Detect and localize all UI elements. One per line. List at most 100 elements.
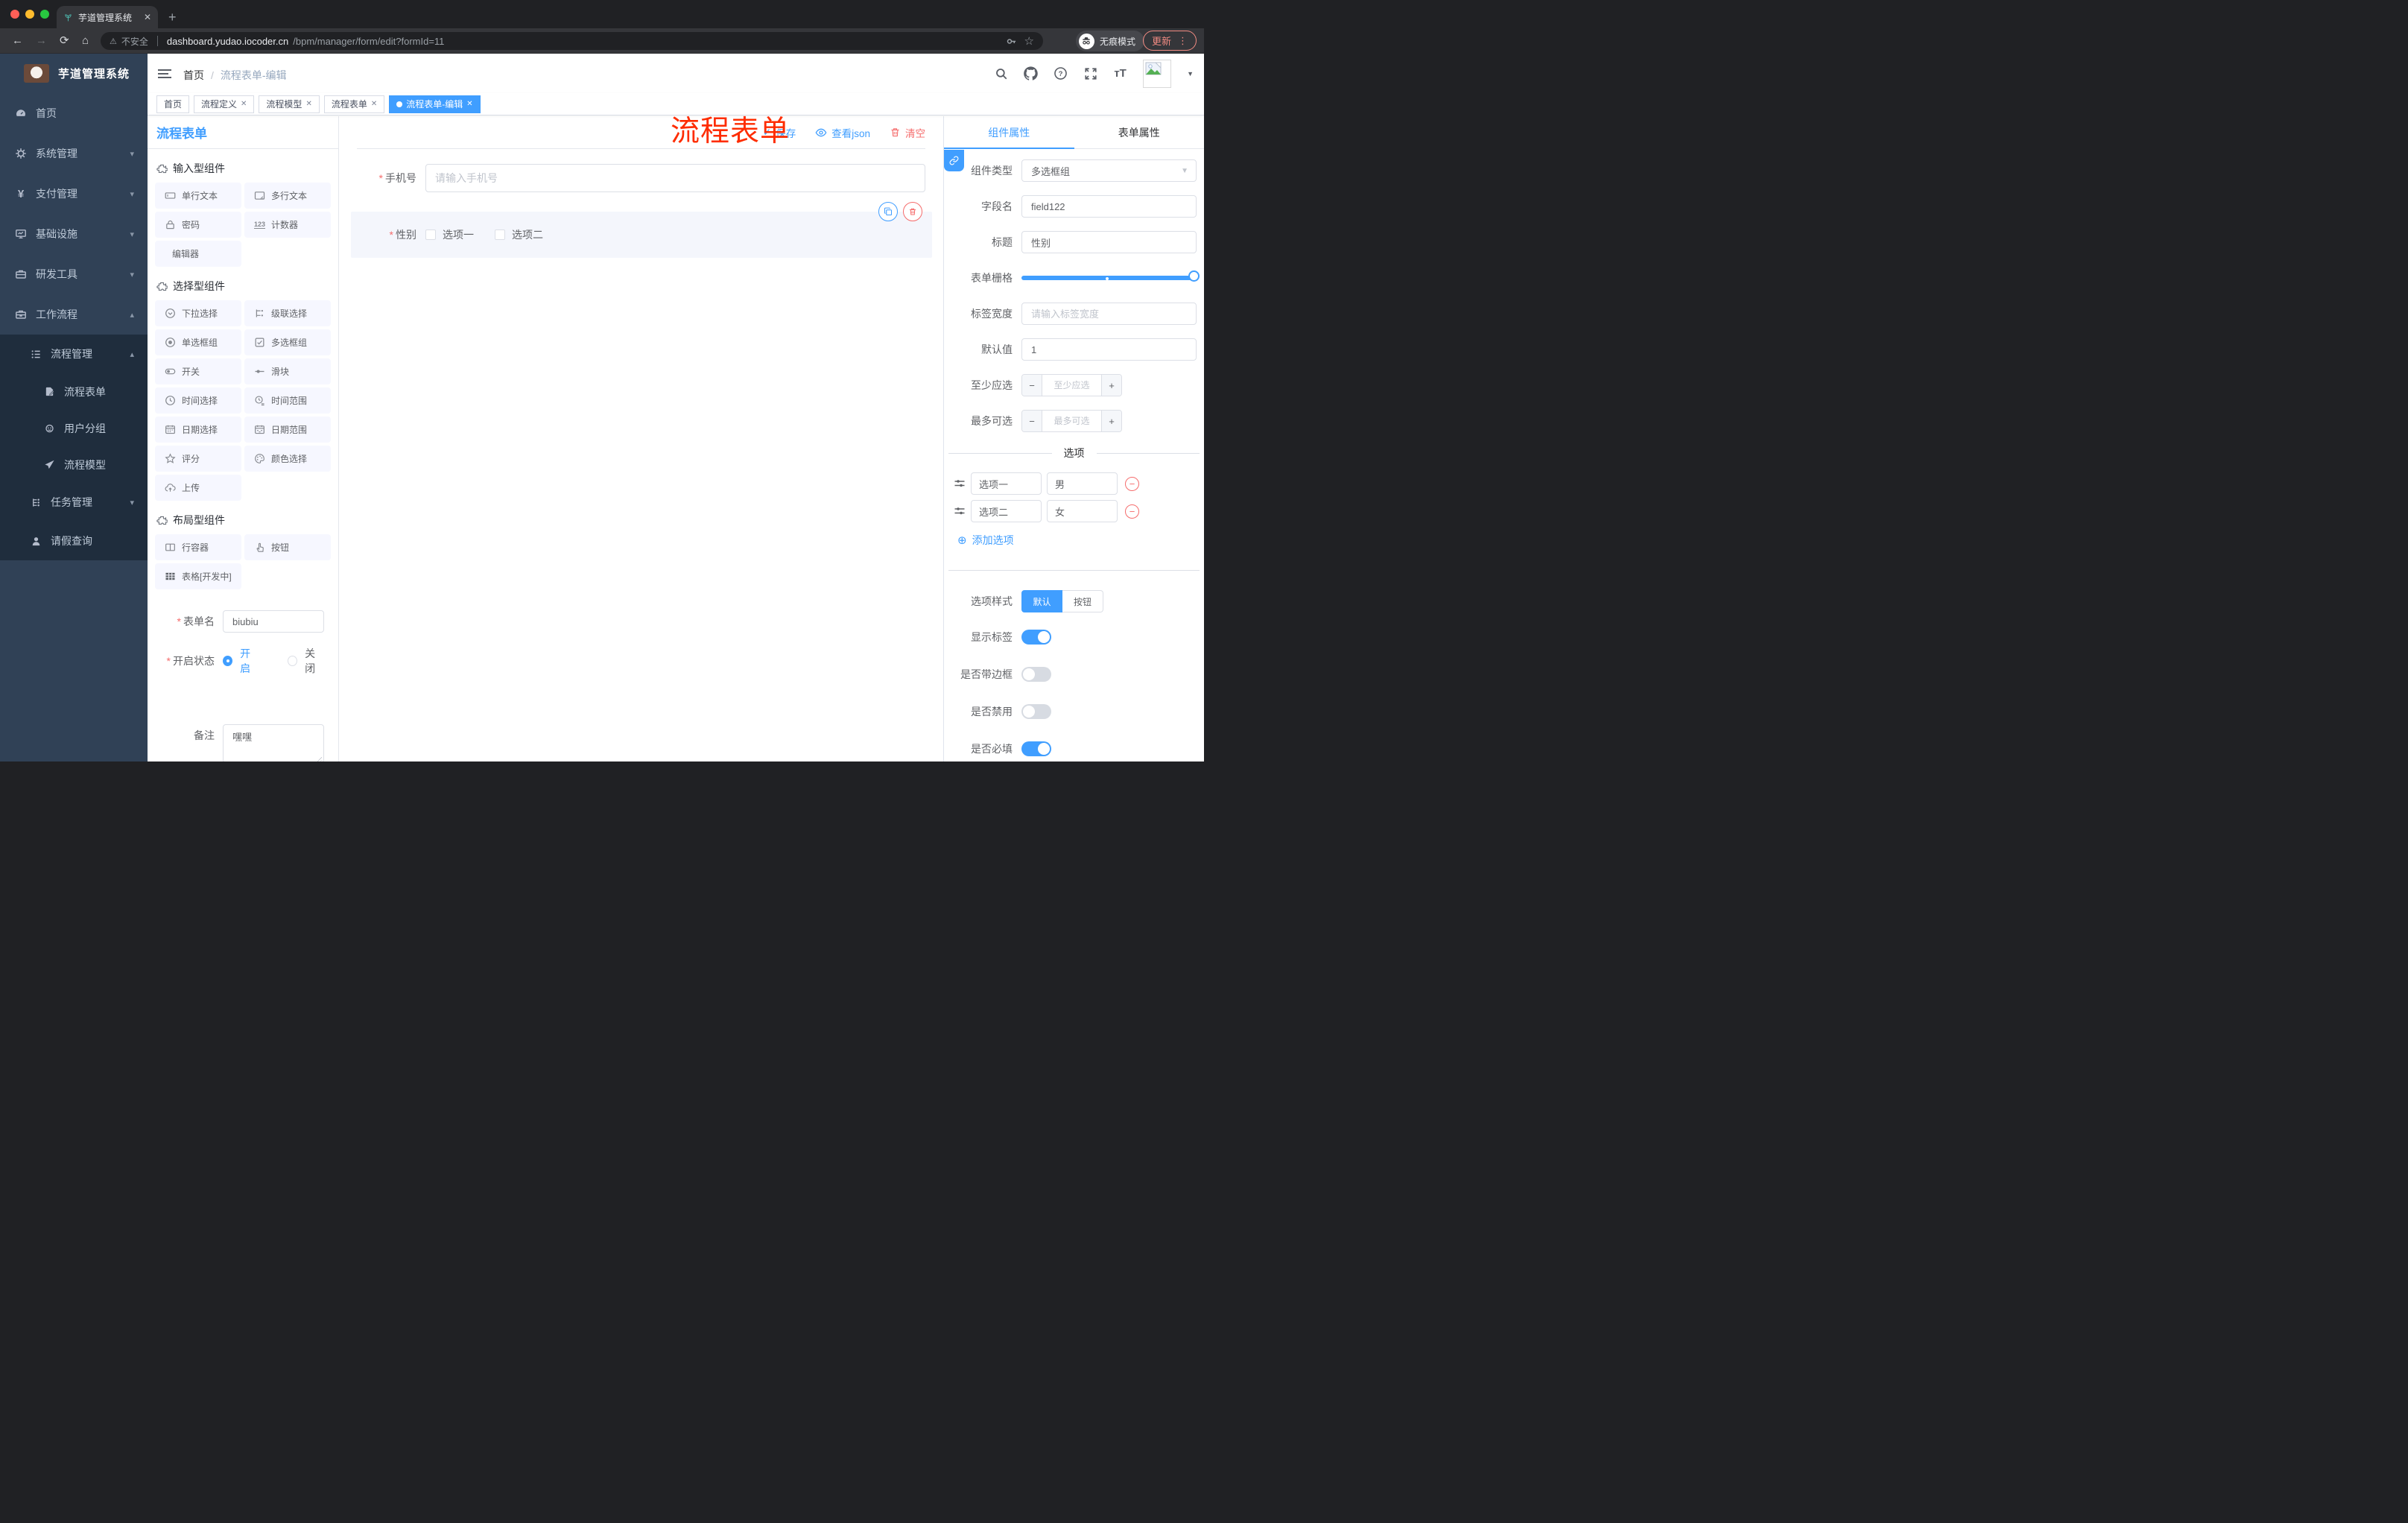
new-tab-button[interactable]: + [168, 7, 177, 27]
comp-item-text-input[interactable]: 单行文本 [155, 183, 241, 209]
option-value-input[interactable] [1047, 472, 1118, 495]
min-select-stepper[interactable]: − + [1021, 374, 1122, 396]
browser-menu-icon[interactable]: ⋮ [1178, 35, 1188, 47]
drag-handle-icon[interactable] [954, 505, 966, 517]
sidebar-item-process-management[interactable]: 流程管理 ▴ [0, 335, 148, 373]
github-icon[interactable] [1024, 66, 1038, 80]
sidebar-item-system[interactable]: 系统管理 ▾ [0, 133, 148, 174]
help-icon[interactable]: ? [1054, 66, 1068, 80]
tab-close-icon[interactable]: ✕ [144, 12, 151, 22]
decrease-button[interactable]: − [1022, 411, 1042, 431]
field-name-input[interactable] [1021, 195, 1197, 218]
comp-item-checkbox-group[interactable]: 多选框组 [244, 329, 331, 355]
canvas-field-gender-selected[interactable]: 性别 选项一 选项二 [351, 202, 932, 258]
tag-process-definition[interactable]: 流程定义 ✕ [194, 95, 255, 113]
option-value-input[interactable] [1047, 500, 1118, 522]
increase-button[interactable]: + [1101, 375, 1121, 396]
comp-item-upload[interactable]: 上传 [155, 475, 241, 501]
sidebar-item-process-model[interactable]: 流程模型 [0, 446, 148, 483]
status-off-label[interactable]: 关闭 [305, 646, 324, 676]
slider-handle[interactable] [1188, 270, 1200, 282]
decrease-button[interactable]: − [1022, 375, 1042, 396]
comp-item-table[interactable]: 表格[开发中] [155, 563, 241, 589]
checkbox[interactable] [425, 229, 436, 240]
max-select-input[interactable] [1042, 411, 1101, 431]
max-select-stepper[interactable]: − + [1021, 410, 1122, 432]
sidebar-item-devtools[interactable]: 研发工具 ▾ [0, 254, 148, 294]
home-button[interactable]: ⌂ [82, 34, 89, 48]
copy-component-button[interactable] [878, 202, 898, 221]
border-toggle[interactable] [1021, 667, 1051, 682]
sidebar-item-leave-query[interactable]: 请假查询 [0, 522, 148, 560]
tag-process-form[interactable]: 流程表单 ✕ [323, 95, 385, 113]
comp-item-editor[interactable]: 编辑器 [155, 241, 241, 267]
tab-component-props[interactable]: 组件属性 [944, 116, 1074, 149]
phone-input[interactable] [425, 164, 925, 192]
sidebar-toggle-icon[interactable] [158, 67, 171, 80]
bookmark-star-icon[interactable]: ☆ [1024, 34, 1034, 48]
comp-item-row-container[interactable]: 行容器 [155, 534, 241, 560]
password-key-icon[interactable] [1006, 36, 1017, 47]
comp-item-time-range[interactable]: 时间范围 [244, 387, 331, 414]
form-name-input[interactable] [223, 610, 324, 633]
clear-button[interactable]: 清空 [890, 125, 925, 140]
tag-process-model[interactable]: 流程模型 ✕ [259, 95, 320, 113]
comp-item-date-picker[interactable]: 日期选择 [155, 417, 241, 443]
comp-item-counter[interactable]: 123 计数器 [244, 212, 331, 238]
comp-item-switch[interactable]: 开关 [155, 358, 241, 384]
gender-option-2[interactable]: 选项二 [495, 227, 543, 242]
sidebar-item-workflow[interactable]: 工作流程 ▴ [0, 294, 148, 335]
tag-close-icon[interactable]: ✕ [305, 100, 311, 108]
default-value-input[interactable] [1021, 338, 1197, 361]
comp-item-time-picker[interactable]: 时间选择 [155, 387, 241, 414]
tag-close-icon[interactable]: ✕ [241, 100, 247, 108]
close-window-button[interactable] [10, 10, 19, 19]
comp-item-select[interactable]: 下拉选择 [155, 300, 241, 326]
canvas-field-phone[interactable]: 手机号 [357, 164, 925, 192]
logo[interactable]: 芋道管理系统 [0, 54, 148, 93]
comp-item-radio-group[interactable]: 单选框组 [155, 329, 241, 355]
status-off-radio[interactable] [288, 656, 298, 666]
comp-item-button[interactable]: 按钮 [244, 534, 331, 560]
save-button[interactable]: ✓ 保存 [763, 125, 796, 140]
label-width-input[interactable] [1021, 303, 1197, 325]
font-size-icon[interactable]: ᴛT [1113, 66, 1127, 80]
style-default-button[interactable]: 默认 [1021, 590, 1062, 612]
option-label-input[interactable] [971, 472, 1042, 495]
show-label-toggle[interactable] [1021, 630, 1051, 645]
option-label-input[interactable] [971, 500, 1042, 522]
tag-home[interactable]: 首页 [156, 95, 190, 113]
fullscreen-icon[interactable] [1083, 66, 1097, 80]
update-browser-button[interactable]: 更新 ⋮ [1142, 31, 1197, 51]
component-type-select[interactable]: 多选框组 ▼ [1021, 159, 1197, 182]
disabled-toggle[interactable] [1021, 704, 1051, 719]
increase-button[interactable]: + [1101, 411, 1121, 431]
sidebar-item-home[interactable]: 首页 [0, 93, 148, 133]
status-on-radio[interactable] [223, 656, 233, 666]
minimize-window-button[interactable] [25, 10, 34, 19]
remove-option-button[interactable]: − [1125, 476, 1139, 491]
comp-item-password[interactable]: 密码 [155, 212, 241, 238]
field-link-tab[interactable] [944, 150, 964, 171]
forward-button[interactable]: → [36, 34, 47, 48]
comp-item-rate[interactable]: 评分 [155, 446, 241, 472]
sidebar-item-infra[interactable]: 基础设施 ▾ [0, 214, 148, 254]
gender-option-1[interactable]: 选项一 [425, 227, 474, 242]
reload-button[interactable]: ⟳ [60, 34, 69, 48]
comp-item-slider[interactable]: 滑块 [244, 358, 331, 384]
back-button[interactable]: ← [12, 34, 23, 48]
comp-item-textarea[interactable]: 多行文本 [244, 183, 331, 209]
comp-item-cascader[interactable]: 级联选择 [244, 300, 331, 326]
sidebar-item-process-form[interactable]: 流程表单 [0, 373, 148, 410]
avatar-caret-icon[interactable]: ▼ [1187, 70, 1194, 77]
tag-close-icon[interactable]: ✕ [371, 100, 377, 108]
view-json-button[interactable]: 查看json [815, 125, 870, 140]
comp-item-color-picker[interactable]: 颜色选择 [244, 446, 331, 472]
search-icon[interactable] [994, 66, 1008, 80]
drag-handle-icon[interactable] [954, 478, 966, 490]
form-remark-textarea[interactable]: 嘿嘿 [223, 724, 324, 762]
avatar[interactable] [1143, 59, 1172, 88]
add-option-button[interactable]: ⊕ 添加选项 [957, 533, 1204, 548]
tab-form-props[interactable]: 表单属性 [1074, 116, 1205, 148]
required-toggle[interactable] [1021, 741, 1051, 756]
